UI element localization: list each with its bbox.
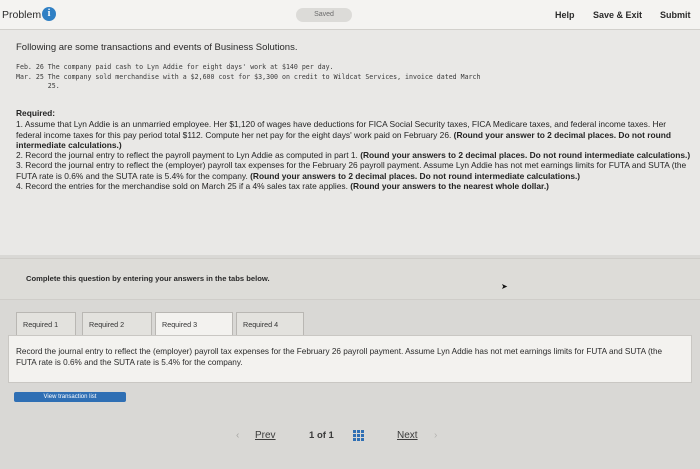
required-item-3: 3. Record the journal entry to reflect t… xyxy=(16,160,687,181)
required-section: Required: 1. Assume that Lyn Addie is an… xyxy=(16,108,692,191)
next-button[interactable]: Next xyxy=(397,430,418,441)
tab-required-4[interactable]: Required 4 xyxy=(236,312,304,336)
help-button[interactable]: Help xyxy=(555,10,575,20)
complete-prompt: Complete this question by entering your … xyxy=(26,274,270,283)
saved-status-badge: Saved xyxy=(296,8,352,22)
tab-required-2[interactable]: Required 2 xyxy=(82,312,152,336)
tab-required-3[interactable]: Required 3 xyxy=(155,312,233,336)
grid-icon[interactable] xyxy=(353,430,364,441)
required-item-4: 4. Record the entries for the merchandis… xyxy=(16,181,549,192)
tab-required-1[interactable]: Required 1 xyxy=(16,312,76,336)
transaction-mar-25: Mar. 25 The company sold merchandise wit… xyxy=(16,73,481,81)
chevron-left-icon[interactable]: ‹ xyxy=(236,430,239,441)
prev-button[interactable]: Prev xyxy=(255,430,276,441)
required-heading: Required: xyxy=(16,108,56,118)
top-bar: Problem i Saved Help Save & Exit Submit xyxy=(0,0,700,30)
problem-label: Problem xyxy=(2,9,42,21)
chevron-right-icon[interactable]: › xyxy=(434,430,437,441)
tab-content-text: Record the journal entry to reflect the … xyxy=(16,347,663,367)
view-transaction-list-button[interactable]: View transaction list xyxy=(14,392,126,402)
intro-text: Following are some transactions and even… xyxy=(16,42,298,53)
save-exit-button[interactable]: Save & Exit xyxy=(593,10,642,20)
info-icon[interactable]: i xyxy=(42,7,56,21)
required-item-1: 1. Assume that Lyn Addie is an unmarried… xyxy=(16,119,671,150)
mouse-cursor-icon: ➤ xyxy=(501,282,508,291)
submit-button[interactable]: Submit xyxy=(660,10,691,20)
page-indicator: 1 of 1 xyxy=(309,430,334,441)
required-item-2: 2. Record the journal entry to reflect t… xyxy=(16,150,691,161)
transaction-feb-26: Feb. 26 The company paid cash to Lyn Add… xyxy=(16,63,334,71)
transaction-mar-25-cont: 25. xyxy=(16,82,60,90)
